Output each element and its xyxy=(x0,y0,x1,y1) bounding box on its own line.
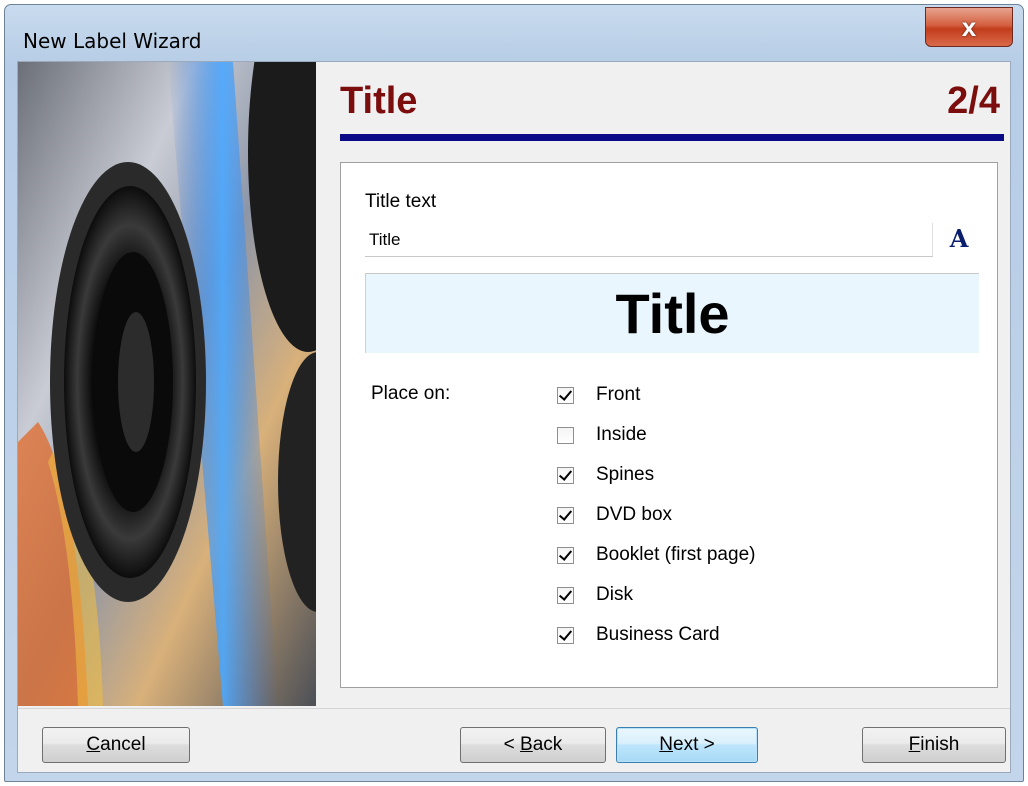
close-button[interactable]: x xyxy=(925,7,1013,47)
title-text-input[interactable] xyxy=(365,223,933,257)
next-label-post: ext > xyxy=(673,734,715,755)
place-on-dvd-box[interactable]: DVD box xyxy=(557,501,672,529)
title-settings-panel: Title text A Title Place on: Front Insid… xyxy=(340,162,998,688)
back-label-pre: < xyxy=(503,734,521,755)
cancel-label-post: ancel xyxy=(100,734,146,755)
disk-label: Disk xyxy=(596,584,633,605)
front-label: Front xyxy=(596,384,641,405)
dvd-box-checkbox[interactable] xyxy=(557,506,574,524)
back-label-post: ack xyxy=(532,734,563,755)
cancel-accelerator: C xyxy=(86,734,101,755)
step-counter: 2/4 xyxy=(947,80,1000,122)
front-checkbox[interactable] xyxy=(557,386,574,404)
spines-checkbox[interactable] xyxy=(557,466,574,484)
place-on-booklet[interactable]: Booklet (first page) xyxy=(557,541,755,569)
place-on-spines[interactable]: Spines xyxy=(557,461,654,489)
next-accelerator: N xyxy=(659,734,673,755)
place-on-label: Place on: xyxy=(371,383,451,404)
spines-label: Spines xyxy=(596,464,655,485)
finish-label-post: inish xyxy=(920,734,960,755)
disc-image-graphic xyxy=(18,62,316,706)
booklet-label: Booklet (first page) xyxy=(596,544,756,565)
title-bar[interactable]: New Label Wizard x xyxy=(5,5,1023,61)
place-on-inside[interactable]: Inside xyxy=(557,421,647,449)
wizard-window: New Label Wizard x Title 2/4 Title text … xyxy=(4,4,1024,782)
header-divider xyxy=(340,134,1004,141)
inside-label: Inside xyxy=(596,424,647,445)
finish-accelerator: F xyxy=(908,734,921,755)
disk-checkbox[interactable] xyxy=(557,586,574,604)
place-on-front[interactable]: Front xyxy=(557,381,640,409)
title-preview: Title xyxy=(365,273,979,353)
place-on-disk[interactable]: Disk xyxy=(557,581,633,609)
business-card-label: Business Card xyxy=(596,624,720,645)
dvd-box-label: DVD box xyxy=(596,504,673,525)
step-title: Title xyxy=(340,80,418,122)
back-button[interactable]: < Back xyxy=(460,727,606,763)
booklet-checkbox[interactable] xyxy=(557,546,574,564)
inside-checkbox[interactable] xyxy=(557,426,574,444)
business-card-checkbox[interactable] xyxy=(557,626,574,644)
cancel-button[interactable]: Cancel xyxy=(42,727,190,763)
disc-banner-image xyxy=(18,62,316,706)
back-accelerator: B xyxy=(520,734,533,755)
window-title: New Label Wizard xyxy=(23,29,202,53)
font-icon[interactable]: A xyxy=(945,223,973,255)
finish-button[interactable]: Finish xyxy=(862,727,1006,763)
next-button[interactable]: Next > xyxy=(616,727,758,763)
button-bar: Cancel < Back Next > Finish xyxy=(18,708,1010,773)
title-text-label: Title text xyxy=(365,191,437,212)
place-on-business-card[interactable]: Business Card xyxy=(557,621,720,649)
close-icon: x xyxy=(961,11,977,42)
wizard-client-area: Title 2/4 Title text A Title Place on: F… xyxy=(17,61,1011,773)
